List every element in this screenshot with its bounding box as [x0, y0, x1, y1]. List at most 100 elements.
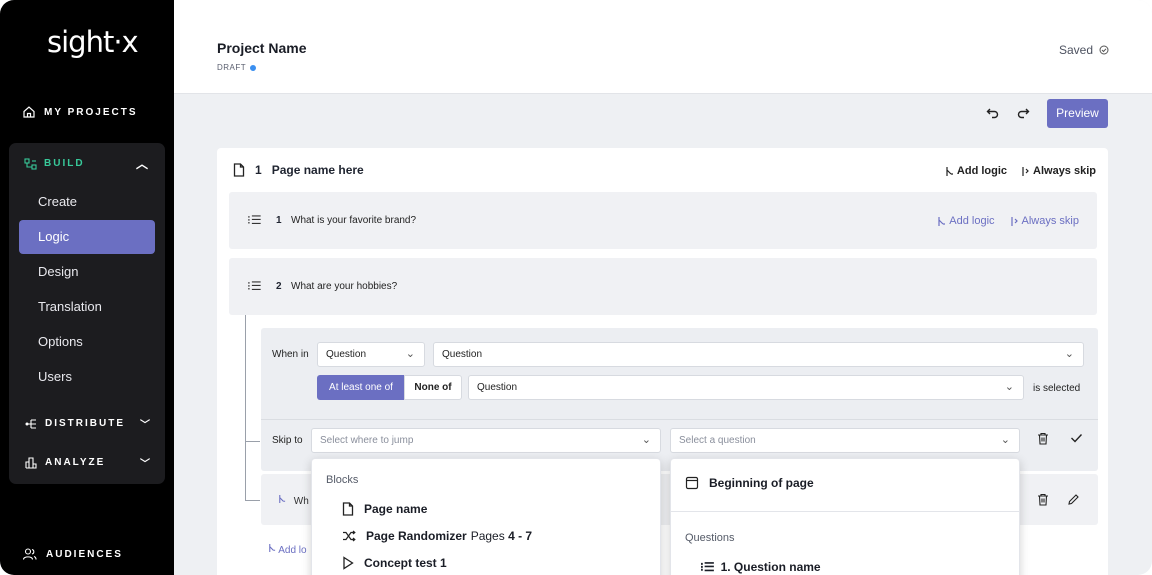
dropdown-option[interactable]: Page Randomizer Pages 4 - 7: [342, 529, 532, 543]
dropdown-section-label: Blocks: [326, 474, 359, 486]
jump-target-select[interactable]: Select where to jump ⌄: [311, 428, 661, 453]
chevron-down-icon: ⌄: [641, 434, 651, 446]
list-icon: ⁝☰: [247, 279, 262, 293]
sidebar-item-design[interactable]: Design: [19, 255, 155, 289]
question-number: 2: [276, 281, 282, 292]
build-label: BUILD: [44, 158, 85, 169]
page-header: Project Name DRAFT Saved: [174, 0, 1152, 94]
at-least-one-toggle[interactable]: At least one of: [317, 375, 405, 400]
answer-select[interactable]: Question ⌄: [468, 375, 1024, 400]
project-name[interactable]: Project Name: [217, 40, 306, 56]
shuffle-icon: [343, 530, 356, 542]
trash-icon[interactable]: [1037, 493, 1049, 509]
question-text: What is your favorite brand?: [291, 215, 417, 226]
logo: sight·x: [47, 25, 139, 59]
page-actions: Add logic Always skip: [945, 165, 1096, 177]
option-meta: Pages 4 - 7: [471, 529, 532, 543]
skip-icon: [1010, 216, 1018, 226]
page-always-skip-button[interactable]: Always skip: [1021, 165, 1096, 177]
add-logic-link-label: Add lo: [278, 545, 307, 556]
nav-my-projects[interactable]: MY PROJECTS: [22, 105, 138, 119]
skip-to-label: Skip to: [272, 435, 303, 446]
edit-icon[interactable]: [1067, 493, 1080, 509]
analyze-icon: [25, 456, 37, 469]
list-icon: ⁝☰: [247, 213, 262, 227]
page-block-icon: [685, 476, 699, 490]
dropdown-option[interactable]: Beginning of page: [685, 476, 814, 490]
chevron-down-icon: ⌄: [1000, 434, 1010, 446]
question-select[interactable]: Question ⌄: [433, 342, 1084, 367]
preview-button[interactable]: Preview: [1047, 99, 1108, 128]
save-status: Saved: [1059, 43, 1109, 57]
jump-question-select[interactable]: Select a question ⌄: [670, 428, 1020, 453]
page-number: 1: [255, 163, 262, 177]
build-section: BUILD ︿ Create Logic Design Translation …: [9, 143, 165, 484]
sidebar-item-translation[interactable]: Translation: [19, 290, 155, 324]
sidebar-item-create[interactable]: Create: [19, 185, 155, 219]
option-label: 1. Question name: [720, 560, 821, 574]
sidebar-item-options[interactable]: Options: [19, 325, 155, 359]
tree-connector: [245, 500, 260, 501]
chevron-down-icon: ⌄: [405, 348, 415, 360]
logic-icon: [279, 495, 286, 503]
users-icon: [22, 548, 37, 560]
nav-audiences[interactable]: AUDIENCES: [22, 547, 123, 561]
question-select-value: Question: [442, 349, 483, 360]
chevron-down-icon: ⌄: [1004, 381, 1014, 393]
is-selected-label: is selected: [1033, 383, 1081, 394]
build-toggle[interactable]: BUILD ︿: [24, 155, 150, 172]
none-of-toggle[interactable]: None of: [404, 375, 462, 400]
undo-icon[interactable]: [986, 106, 1000, 123]
distribute-icon: [25, 418, 36, 429]
question-add-logic-label: Add logic: [949, 215, 995, 227]
page-add-logic-button[interactable]: Add logic: [945, 165, 1007, 177]
sidebar: sight·x MY PROJECTS BUILD ︿ Create Logic…: [0, 0, 174, 575]
home-icon: [23, 106, 35, 118]
question-row[interactable]: ⁝☰ 1 What is your favorite brand? Add lo…: [229, 192, 1097, 249]
saved-label: Saved: [1058, 43, 1093, 57]
check-icon[interactable]: [1070, 432, 1083, 447]
skip-icon: [1022, 166, 1029, 176]
option-label: Concept test 1: [364, 556, 447, 570]
status-label: DRAFT: [217, 63, 247, 72]
question-always-skip-button[interactable]: Always skip: [1010, 215, 1079, 227]
tree-connector: [245, 315, 246, 501]
question-always-skip-label: Always skip: [1021, 215, 1079, 227]
redo-icon[interactable]: [1016, 106, 1030, 123]
status-dot: [250, 64, 257, 71]
dropdown-option[interactable]: ⁝☰ 1. Question name: [700, 560, 821, 574]
question-text: What are your hobbies?: [291, 281, 398, 292]
option-meta-range: 4 - 7: [508, 529, 533, 543]
audiences-label: AUDIENCES: [46, 548, 123, 560]
chevron-down-icon: ⌄: [1064, 348, 1074, 360]
nav-my-projects-label: MY PROJECTS: [44, 106, 138, 118]
list-icon: ⁝☰: [700, 560, 715, 574]
nav-distribute[interactable]: DISTRIBUTE ﹀: [24, 416, 152, 431]
page-always-skip-label: Always skip: [1033, 165, 1096, 177]
divider: [671, 511, 1019, 512]
question-row[interactable]: ⁝☰ 2 What are your hobbies?: [229, 258, 1097, 315]
trash-icon[interactable]: [1037, 432, 1049, 448]
app-window: sight·x MY PROJECTS BUILD ︿ Create Logic…: [0, 0, 1152, 575]
page-title: 1 Page name here: [233, 163, 364, 177]
nav-analyze[interactable]: ANALYZE ﹀: [24, 455, 152, 470]
page-icon: [342, 502, 354, 516]
logic-rule-text: Wh: [278, 494, 309, 507]
question-add-logic-button[interactable]: Add logic: [937, 215, 995, 227]
dropdown-option[interactable]: Page name: [342, 502, 427, 516]
scope-select[interactable]: Question ⌄: [317, 342, 425, 367]
chevron-up-icon: ︿: [135, 157, 150, 171]
distribute-label: DISTRIBUTE: [45, 418, 125, 429]
option-label: Beginning of page: [709, 476, 814, 490]
analyze-label: ANALYZE: [45, 457, 106, 468]
sidebar-item-users[interactable]: Users: [19, 360, 155, 394]
page-name[interactable]: Page name here: [272, 163, 364, 177]
jump-question-dropdown: Beginning of page Questions ⁝☰ 1. Questi…: [670, 458, 1020, 575]
sidebar-item-logic[interactable]: Logic: [19, 220, 155, 254]
logic-icon: [946, 166, 953, 176]
jump-target-placeholder: Select where to jump: [320, 435, 414, 446]
when-in-label: When in: [272, 349, 309, 360]
dropdown-option[interactable]: Concept test 1: [342, 556, 447, 570]
jump-target-dropdown: Blocks Page name Page Randomizer Pages 4…: [311, 458, 661, 575]
add-logic-link[interactable]: Add lo: [268, 543, 307, 556]
